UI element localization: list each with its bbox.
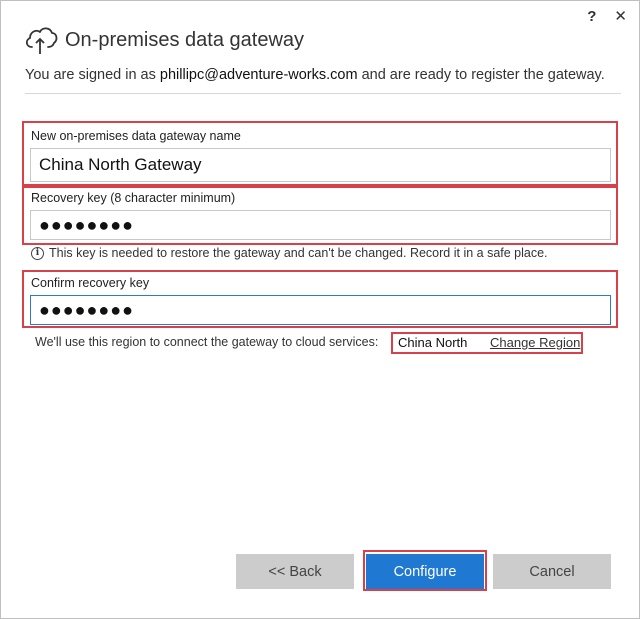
- recovery-key-value: ●●●●●●●●: [39, 214, 134, 235]
- info-icon: i: [31, 246, 44, 260]
- gateway-name-value: China North Gateway: [39, 155, 202, 174]
- dialog-header: On-premises data gateway: [23, 23, 304, 57]
- gateway-name-input[interactable]: China North Gateway: [30, 148, 611, 182]
- help-button[interactable]: ?: [587, 8, 596, 26]
- back-button[interactable]: << Back: [236, 554, 354, 589]
- signed-in-prefix: You are signed in as: [25, 67, 160, 83]
- confirm-key-input[interactable]: ●●●●●●●●: [30, 295, 611, 325]
- signed-in-message: You are signed in as phillipc@adventure-…: [25, 67, 605, 83]
- recovery-key-info: i This key is needed to restore the gate…: [31, 246, 548, 260]
- gateway-name-label: New on-premises data gateway name: [31, 129, 241, 143]
- window-controls: ? ✕: [587, 8, 627, 26]
- region-name: China North: [398, 335, 468, 350]
- confirm-key-label: Confirm recovery key: [31, 276, 150, 290]
- header-divider: [25, 93, 621, 94]
- recovery-key-input[interactable]: ●●●●●●●●: [30, 210, 611, 240]
- close-button[interactable]: ✕: [614, 8, 627, 26]
- signed-in-suffix: and are ready to register the gateway.: [357, 67, 605, 83]
- cloud-upload-icon: [25, 27, 58, 54]
- confirm-key-value: ●●●●●●●●: [39, 299, 134, 320]
- change-region-link[interactable]: Change Region: [490, 335, 580, 350]
- gateway-dialog: ? ✕ On-premises data gateway You are sig…: [0, 0, 640, 619]
- recovery-key-label: Recovery key (8 character minimum): [31, 191, 236, 205]
- dialog-title: On-premises data gateway: [65, 28, 305, 51]
- cancel-button[interactable]: Cancel: [493, 554, 611, 589]
- configure-button[interactable]: Configure: [366, 554, 484, 589]
- user-email: phillipc@adventure-works.com: [159, 67, 358, 83]
- region-description: We'll use this region to connect the gat…: [35, 335, 379, 349]
- recovery-key-info-text: This key is needed to restore the gatewa…: [49, 246, 548, 260]
